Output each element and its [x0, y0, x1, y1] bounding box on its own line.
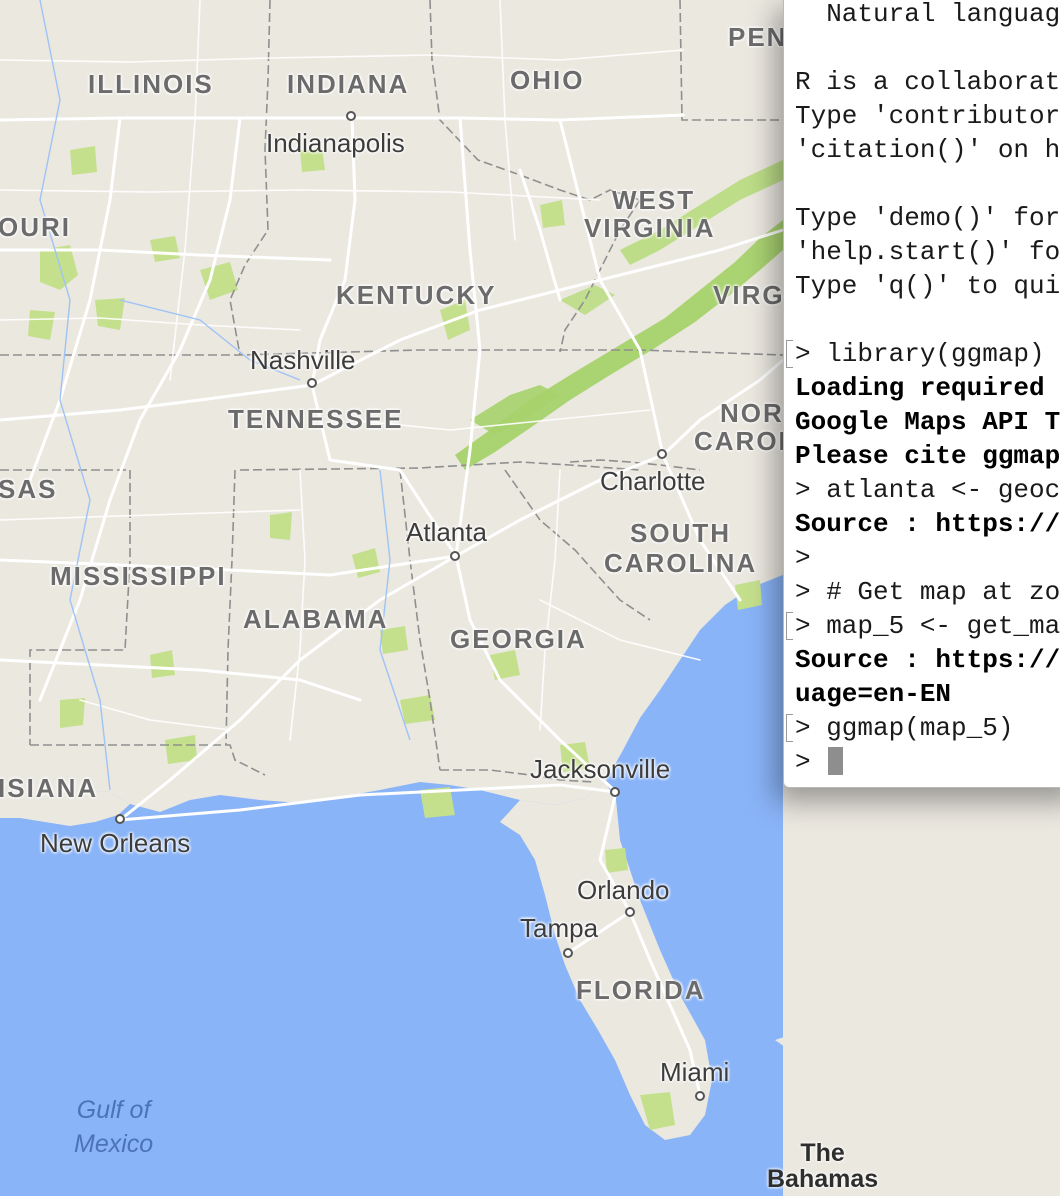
city-marker-atlanta [450, 551, 460, 561]
console-line: > map_5 <- get_ma [795, 611, 1060, 641]
state-label-south-carolina: SOUTH [630, 518, 731, 548]
console-line: > [795, 543, 811, 573]
state-label-indiana: INDIANA [287, 69, 410, 99]
city-marker-charlotte [657, 449, 667, 459]
water-label-line-2: Mexico [74, 1129, 154, 1158]
r-console-window[interactable]: Natural languag R is a collaborat Type 'co… [783, 0, 1060, 788]
state-label-louisiana: ISIANA [0, 773, 99, 803]
city-label-tampa: Tampa [520, 913, 599, 943]
state-label-north-carolina: NOR [720, 398, 784, 428]
console-line: Please cite ggmap [795, 441, 1060, 471]
island-label-bahamas: The Bahamas [767, 1140, 878, 1193]
city-marker-jacksonville [610, 787, 620, 797]
city-marker-tampa [563, 948, 573, 958]
state-label-south-carolina-2: CAROLINA [604, 548, 758, 578]
console-line: > ggmap(map_5) [795, 713, 1014, 743]
console-line: > # Get map at zo [795, 577, 1060, 607]
state-label-missouri: OURI [0, 212, 71, 242]
console-line: Type 'q()' to qui [795, 271, 1060, 301]
state-label-west-virginia-2: VIRGINIA [584, 213, 716, 243]
state-label-florida: FLORIDA [576, 975, 706, 1005]
city-label-indianapolis: Indianapolis [266, 128, 405, 158]
state-label-pennsylvania: PEN [728, 22, 788, 52]
text-cursor [828, 747, 843, 775]
console-line: Loading required [795, 373, 1060, 403]
state-label-tennessee: TENNESSEE [228, 404, 404, 434]
state-label-west-virginia: WEST [612, 185, 696, 215]
console-line: Natural languag [795, 0, 1060, 29]
console-line: 'citation()' on h [795, 135, 1060, 165]
console-line: R is a collaborat [795, 67, 1060, 97]
console-line: > [795, 747, 827, 777]
console-line: > library(ggmap) [795, 339, 1045, 369]
console-line: 'help.start()' fo [795, 237, 1060, 267]
island-label-line-2: Bahamas [767, 1165, 879, 1194]
state-label-mississippi: MISSISSIPPI [50, 561, 227, 591]
state-label-ohio: OHIO [510, 65, 585, 95]
water-label-line-1: Gulf of [76, 1096, 151, 1124]
console-line: Source : https:// [795, 509, 1060, 539]
state-label-kentucky: KENTUCKY [336, 280, 497, 310]
city-label-jacksonville: Jacksonville [530, 754, 671, 784]
command-bracket [786, 612, 793, 640]
city-label-charlotte: Charlotte [600, 466, 706, 496]
water-label-gulf-of-mexico: Gulf of Mexico [74, 1094, 153, 1162]
console-line: uage=en-EN [795, 679, 952, 709]
console-line: Google Maps API T [795, 407, 1060, 437]
state-label-georgia: GEORGIA [450, 624, 587, 654]
city-marker-orlando [625, 907, 635, 917]
state-label-alabama: ALABAMA [243, 604, 389, 634]
city-label-atlanta: Atlanta [406, 517, 487, 547]
city-marker-miami [695, 1091, 705, 1101]
city-marker-nashville [307, 378, 317, 388]
city-label-miami: Miami [660, 1057, 730, 1087]
console-line: > atlanta <- geoc [795, 475, 1060, 505]
state-label-arkansas: SAS [0, 474, 58, 504]
city-label-orlando: Orlando [577, 875, 670, 905]
state-label-north-carolina-2: CAROL [694, 426, 797, 456]
console-line: Type 'demo()' for [795, 203, 1060, 233]
command-bracket [786, 714, 793, 742]
state-label-virginia: VIRG [713, 280, 785, 310]
console-line: Source : https:// [795, 645, 1060, 675]
city-marker-indianapolis [346, 111, 356, 121]
city-label-nashville: Nashville [250, 345, 356, 375]
command-bracket [786, 340, 793, 368]
city-marker-new-orleans [115, 814, 125, 824]
console-line: Type 'contributor [795, 101, 1060, 131]
city-label-new-orleans: New Orleans [40, 828, 191, 858]
island-label-line-1: The [800, 1139, 845, 1167]
state-label-illinois: ILLINOIS [88, 69, 214, 99]
